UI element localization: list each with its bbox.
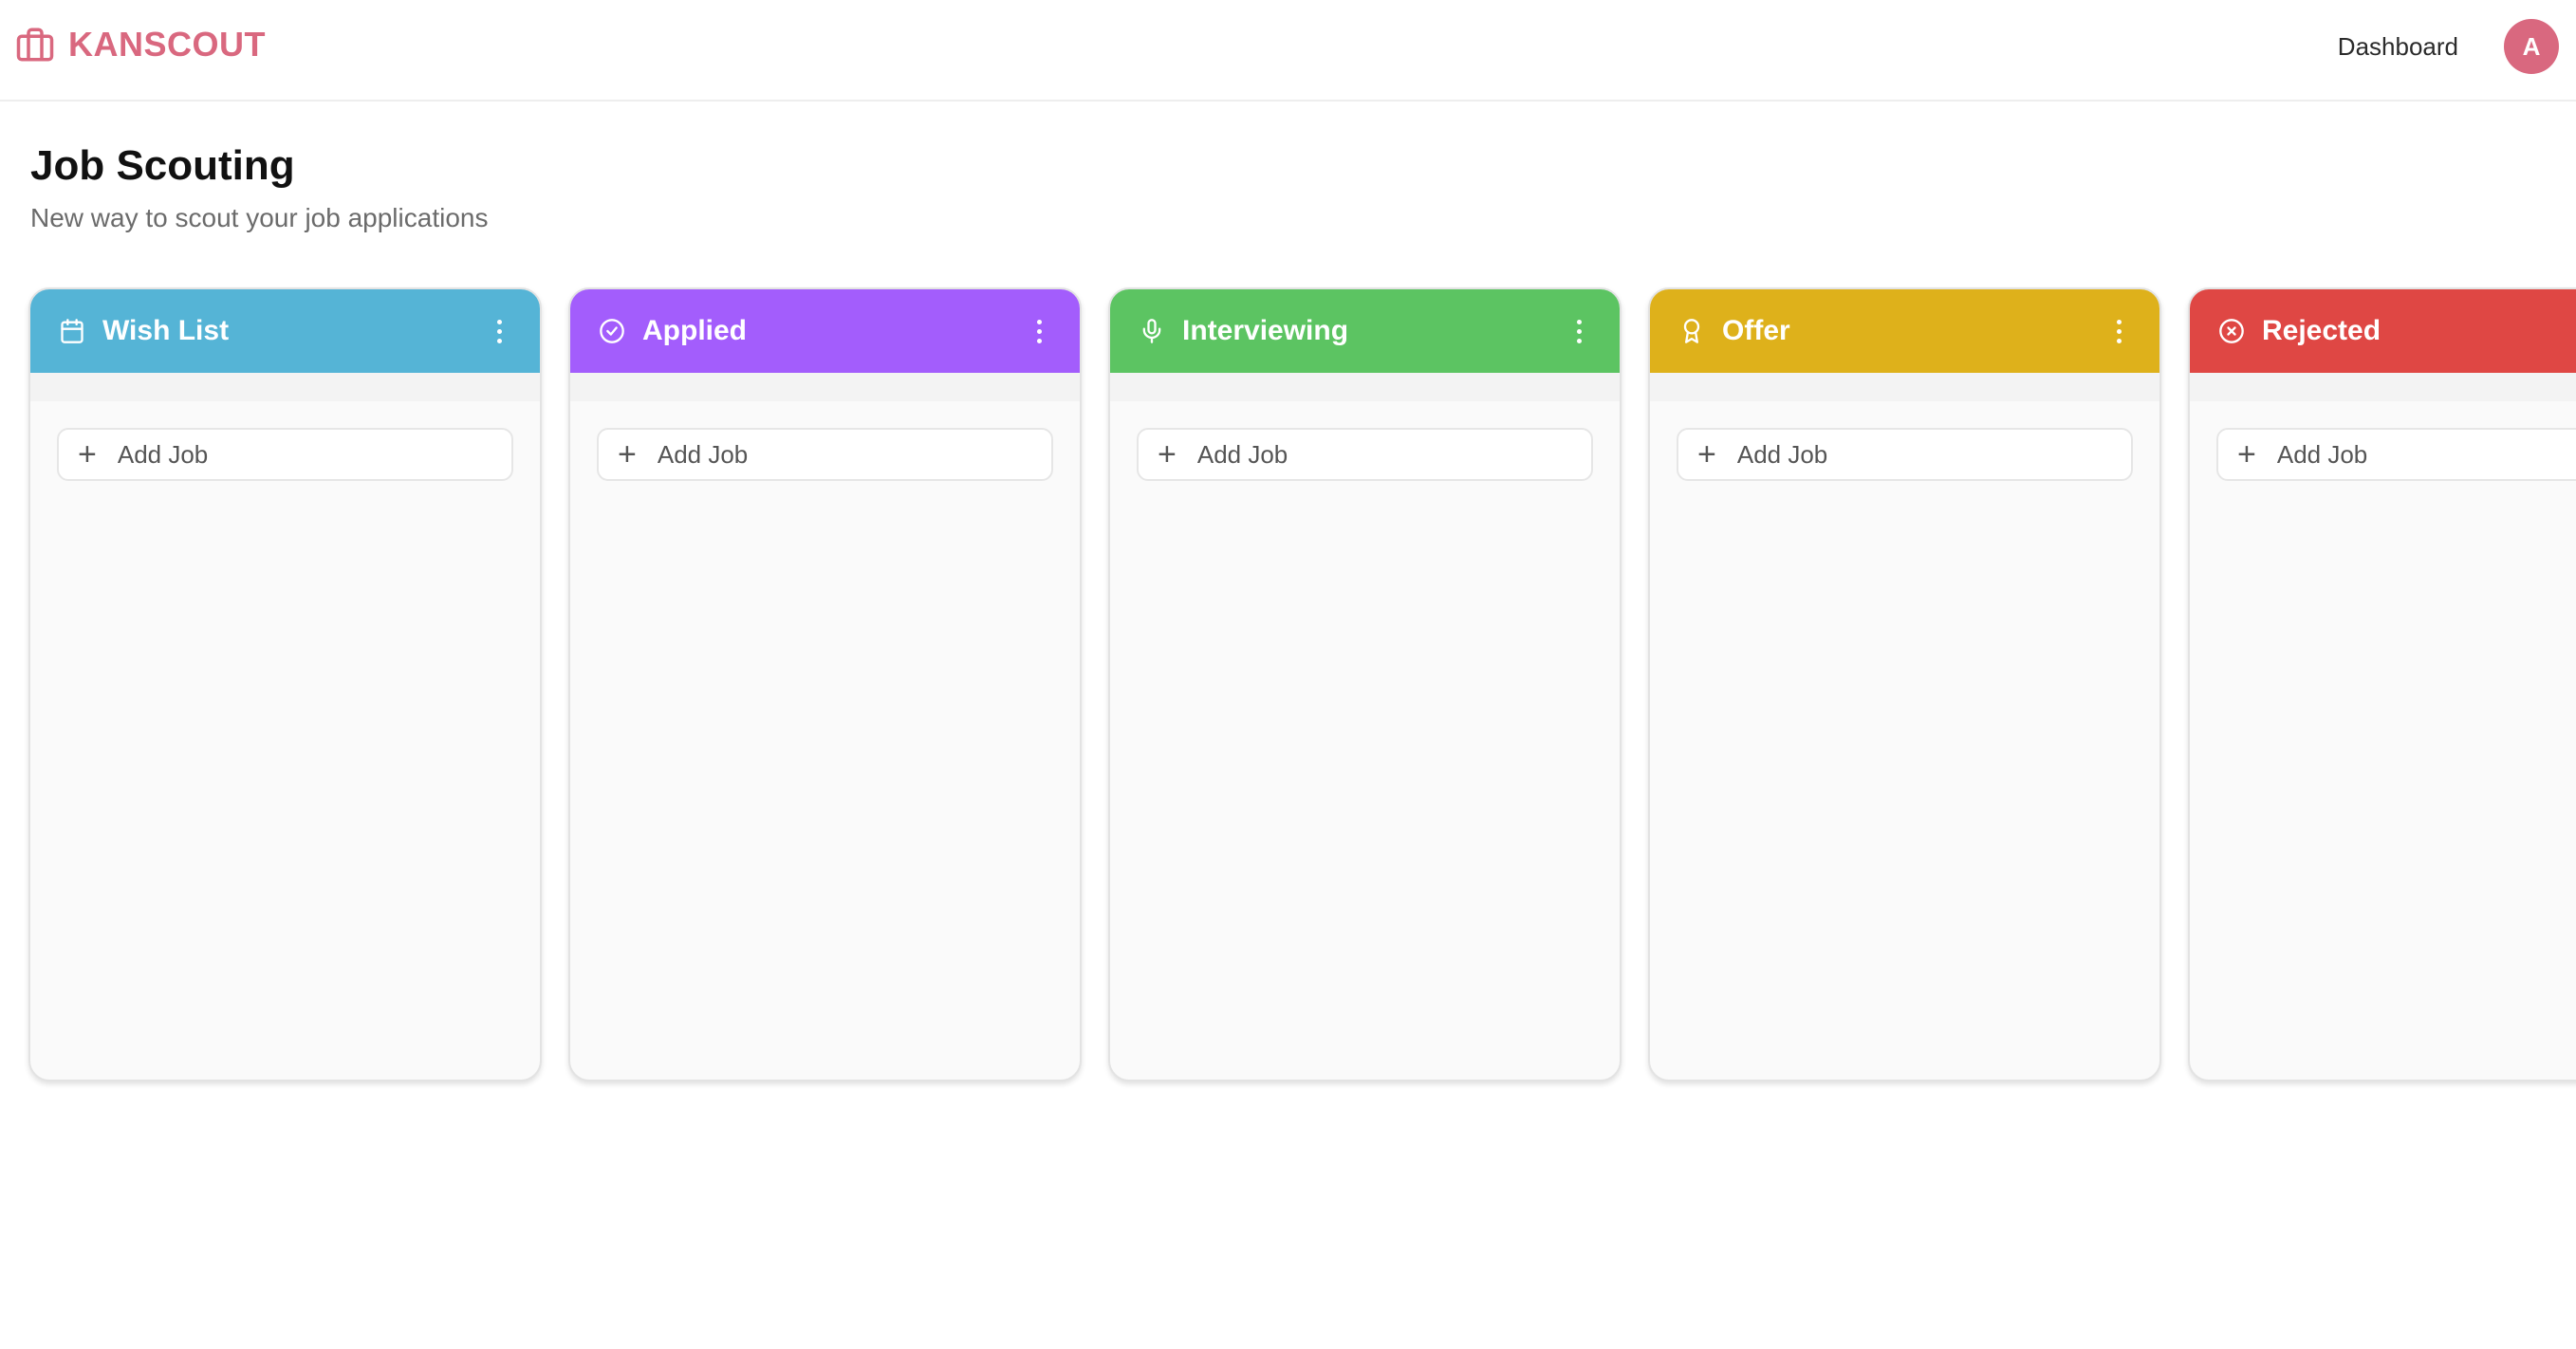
column-header: Offer (1650, 289, 2159, 373)
column-divider (30, 373, 540, 401)
column-title: Wish List (102, 315, 230, 346)
column-title: Offer (1722, 315, 1790, 346)
add-job-button[interactable]: + Add Job (597, 428, 1053, 481)
column-applied: Applied + Add Job (568, 287, 1082, 1081)
column-title: Applied (642, 315, 747, 346)
plus-icon: + (2237, 436, 2256, 472)
briefcase-icon (15, 25, 55, 65)
x-circle-icon (2218, 318, 2245, 344)
plus-icon: + (78, 436, 97, 472)
column-offer: Offer + Add Job (1648, 287, 2161, 1081)
kanban-board: Wish List + Add Job Applied + Add Job In… (28, 287, 2576, 1081)
add-job-label: Add Job (1196, 439, 1288, 469)
add-job-label: Add Job (117, 439, 209, 469)
column-title: Rejected (2262, 315, 2381, 346)
check-circle-icon (599, 318, 625, 344)
add-job-button[interactable]: + Add Job (1677, 428, 2133, 481)
user-avatar[interactable]: A (2504, 19, 2559, 74)
column-interviewing: Interviewing + Add Job (1108, 287, 1622, 1081)
award-icon (1678, 318, 1705, 344)
column-divider (570, 373, 1080, 401)
plus-icon: + (618, 436, 637, 472)
column-divider (1650, 373, 2159, 401)
column-header: Interviewing (1110, 289, 1620, 373)
page-header: Job Scouting New way to scout your job a… (30, 142, 488, 233)
page-subtitle: New way to scout your job applications (30, 203, 489, 232)
column-divider (1110, 373, 1620, 401)
column-divider (2190, 373, 2576, 401)
add-job-button[interactable]: + Add Job (2216, 428, 2576, 481)
top-navbar: KANSCOUT Dashboard A (0, 0, 2576, 102)
plus-icon: + (1697, 436, 1716, 472)
column-title: Interviewing (1182, 315, 1349, 346)
more-options-icon[interactable] (488, 314, 511, 349)
add-job-button[interactable]: + Add Job (1137, 428, 1593, 481)
microphone-icon (1139, 318, 1165, 344)
column-header: Wish List (30, 289, 540, 373)
nav-right: Dashboard A (2338, 19, 2559, 74)
column-rejected: Rejected + Add Job (2188, 287, 2576, 1081)
more-options-icon[interactable] (1567, 314, 1591, 349)
column-header: Applied (570, 289, 1080, 373)
more-options-icon[interactable] (2107, 314, 2131, 349)
column-wish-list: Wish List + Add Job (28, 287, 542, 1081)
more-options-icon[interactable] (1028, 314, 1051, 349)
brand-name: KANSCOUT (68, 25, 266, 64)
add-job-label: Add Job (657, 439, 749, 469)
calendar-icon (59, 318, 85, 344)
brand-logo[interactable]: KANSCOUT (15, 25, 266, 65)
add-job-label: Add Job (2276, 439, 2368, 469)
add-job-label: Add Job (1736, 439, 1828, 469)
nav-dashboard-link[interactable]: Dashboard (2338, 32, 2458, 62)
column-header: Rejected (2190, 289, 2576, 373)
page-title: Job Scouting (30, 142, 295, 189)
add-job-button[interactable]: + Add Job (57, 428, 513, 481)
plus-icon: + (1158, 436, 1177, 472)
